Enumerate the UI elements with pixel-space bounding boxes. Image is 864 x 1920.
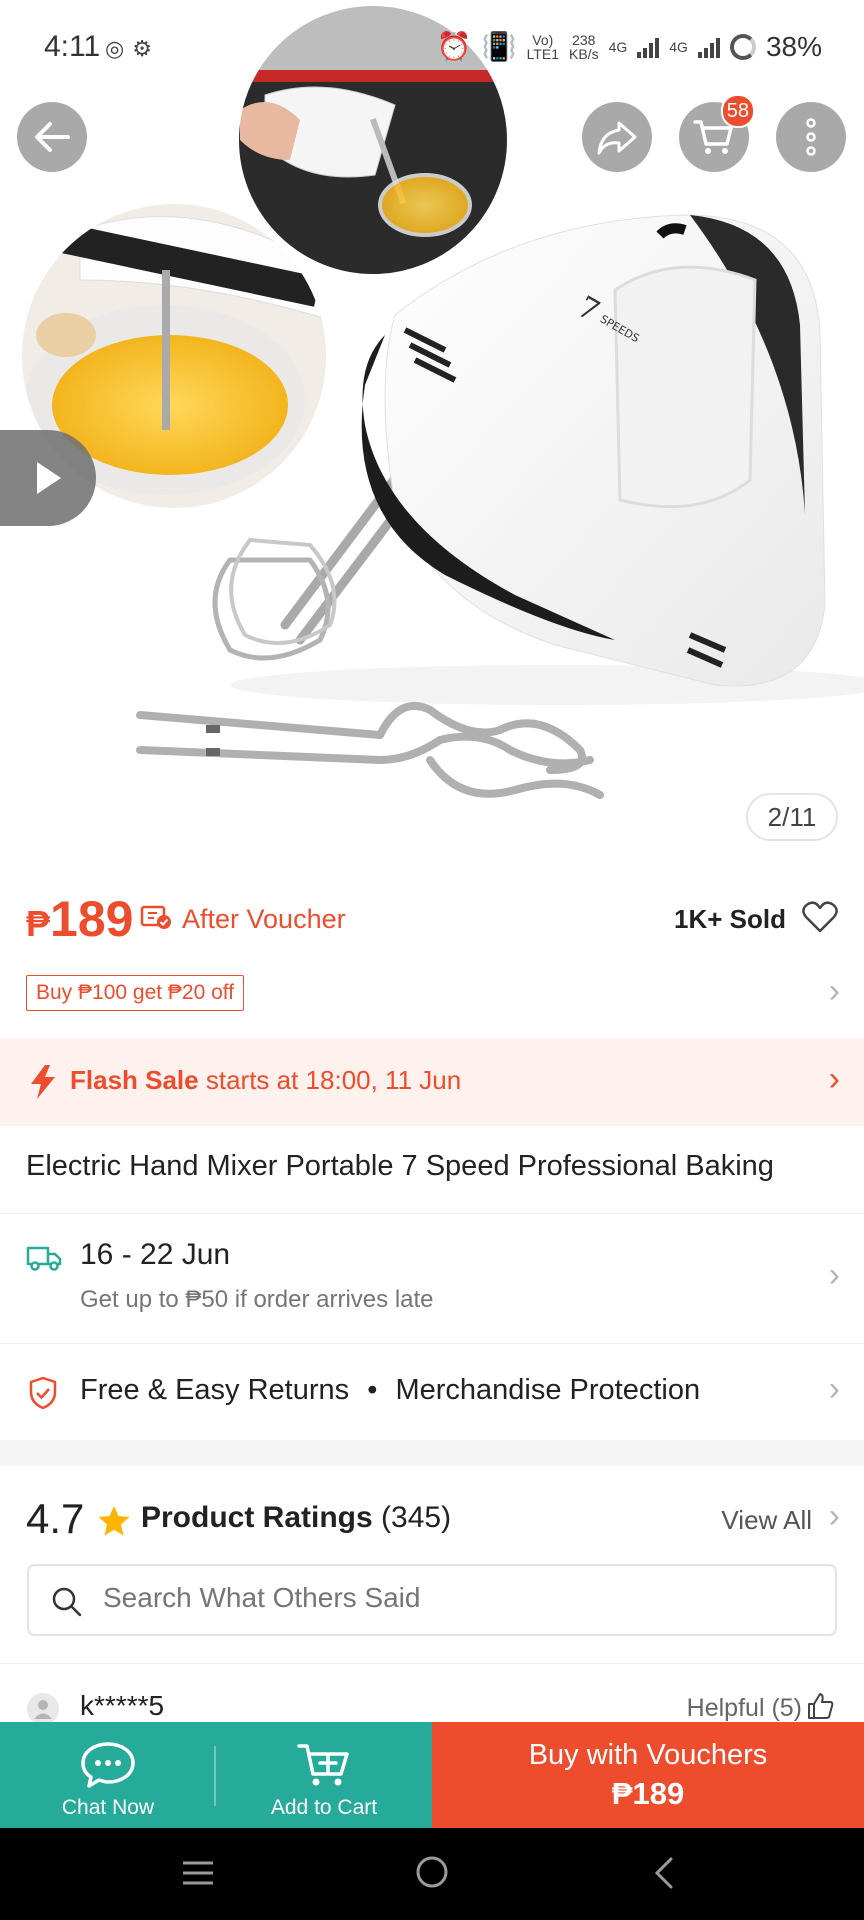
ratings-title: Product Ratings — [141, 1501, 373, 1534]
lte-label: LTE1 — [526, 45, 559, 62]
price-amount: 189 — [50, 891, 134, 947]
add-cart-icon — [297, 1744, 349, 1786]
network-type-2: 4G — [669, 38, 688, 55]
play-icon — [37, 462, 61, 494]
search-icon — [52, 1587, 82, 1617]
chat-now-button[interactable]: Chat Now — [0, 1722, 216, 1828]
signal-icon — [637, 36, 660, 58]
heart-icon[interactable] — [802, 900, 838, 934]
thumbs-up-icon[interactable] — [806, 1692, 834, 1720]
buy-with-vouchers-button[interactable]: Buy with Vouchers ₱189 — [432, 1722, 864, 1828]
review-search-input[interactable] — [103, 1582, 803, 1614]
image-page-indicator: 2/11 — [746, 793, 838, 841]
view-all-ratings-link[interactable]: View All — [721, 1505, 812, 1536]
promo-tag[interactable]: Buy ₱100 get ₱20 off — [26, 975, 245, 1011]
chevron-right-icon: › — [828, 1060, 840, 1098]
buy-label: Buy with Vouchers — [528, 1738, 768, 1771]
after-voucher-label: After Voucher — [182, 904, 346, 934]
home-icon[interactable] — [414, 1854, 450, 1890]
settings-notification-icon: ⚙ — [132, 36, 152, 61]
chevron-right-icon: › — [828, 1370, 840, 1408]
add-to-cart-button[interactable]: Add to Cart — [216, 1722, 432, 1828]
chat-now-label: Chat Now — [61, 1796, 155, 1819]
product-image-gallery[interactable]: 7 SPEEDS 4:11 ◎ ⚙ ⏰ 📳 Vo) LTE1 238 KB/s … — [0, 0, 864, 850]
chevron-right-icon: › — [828, 1256, 840, 1294]
menu-icon[interactable] — [180, 1858, 216, 1888]
add-to-cart-label: Add to Cart — [270, 1796, 378, 1819]
more-vertical-icon — [806, 118, 816, 156]
late-delivery-guarantee: Get up to ₱50 if order arrives late — [80, 1286, 434, 1313]
cart-button[interactable]: 58 — [679, 94, 755, 172]
voucher-icon — [140, 905, 171, 929]
free-returns-label: Free & Easy Returns — [80, 1374, 350, 1406]
chevron-right-icon: › — [828, 972, 840, 1010]
back-arrow-icon — [35, 122, 70, 152]
play-video-button[interactable] — [0, 430, 96, 526]
ratings-count: (345) — [381, 1501, 452, 1534]
battery-percent: 38% — [765, 30, 822, 62]
bottom-action-bar: Chat Now Add to Cart Buy with Vouchers ₱… — [0, 1722, 864, 1828]
helpful-button[interactable]: Helpful (5) — [687, 1694, 802, 1723]
shield-check-icon — [29, 1376, 57, 1410]
app-notification-icon: ◎ — [105, 36, 125, 61]
truck-icon — [26, 1246, 62, 1271]
chat-icon — [81, 1742, 135, 1788]
signal-icon-2 — [697, 36, 720, 58]
cart-count-badge: 58 — [720, 94, 755, 128]
battery-icon — [729, 33, 756, 60]
review-search-box[interactable] — [27, 1564, 837, 1636]
sold-count: 1K+ Sold — [674, 904, 786, 934]
price-currency: ₱ — [26, 903, 51, 944]
share-button[interactable] — [582, 102, 652, 172]
lightning-icon — [31, 1065, 55, 1099]
avatar — [27, 1693, 59, 1725]
rating-score: 4.7 — [26, 1495, 85, 1542]
chevron-right-icon: › — [828, 1497, 840, 1535]
merchandise-protection-label: Merchandise Protection — [395, 1374, 701, 1406]
price-row: ₱189 After Voucher 1K+ Sold — [26, 890, 838, 950]
alarm-icon: ⏰ — [436, 31, 472, 62]
star-icon — [98, 1506, 130, 1536]
back-nav-icon[interactable] — [652, 1856, 676, 1890]
status-time: 4:11 — [44, 30, 101, 63]
flash-sale-time: starts at 18:00, 11 Jun — [198, 1065, 462, 1095]
product-title: Electric Hand Mixer Portable 7 Speed Pro… — [26, 1150, 774, 1182]
more-options-button[interactable] — [776, 102, 846, 172]
vibrate-icon: 📳 — [481, 31, 517, 62]
price: ₱189 — [26, 890, 133, 948]
net-speed-unit: KB/s — [569, 45, 599, 62]
separator-dot: • — [367, 1374, 378, 1406]
review-username: k*****5 — [80, 1690, 165, 1721]
network-type-1: 4G — [608, 38, 628, 55]
delivery-date: 16 - 22 Jun — [80, 1238, 231, 1271]
back-button[interactable] — [17, 102, 87, 172]
flash-sale-label: Flash Sale — [70, 1065, 199, 1095]
flash-sale-banner[interactable]: Flash Sale starts at 18:00, 11 Jun › — [0, 1038, 864, 1126]
buy-price: ₱189 — [611, 1775, 685, 1811]
status-bar: 4:11 ◎ ⚙ ⏰ 📳 Vo) LTE1 238 KB/s 4G 4G 38% — [0, 0, 864, 100]
system-nav-bar — [0, 1828, 864, 1920]
share-icon — [597, 121, 637, 155]
